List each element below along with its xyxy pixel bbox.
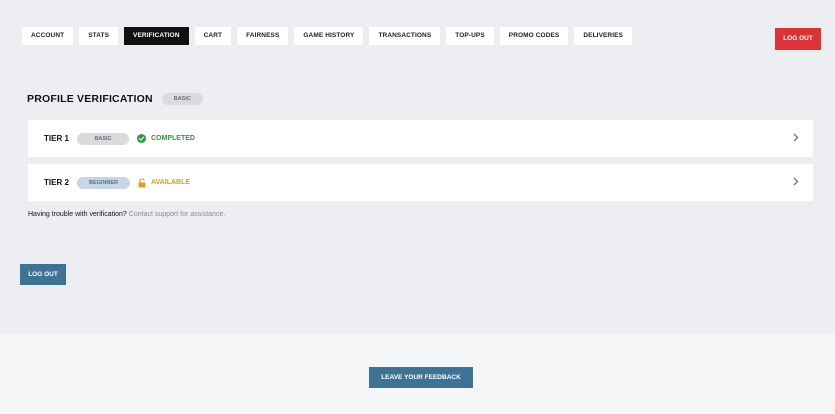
tier-name: TIER 1 bbox=[44, 134, 69, 143]
footer: LEAVE YOUR FEEDBACK bbox=[0, 334, 835, 414]
check-circle-icon bbox=[137, 134, 146, 143]
tab-transactions[interactable]: TRANSACTIONS bbox=[369, 27, 441, 45]
tier-badge: BEGINNER bbox=[77, 176, 131, 189]
tier-status-label: AVAILABLE bbox=[151, 179, 191, 186]
leave-feedback-button[interactable]: LEAVE YOUR FEEDBACK bbox=[369, 367, 473, 388]
verification-level-badge: BASIC bbox=[161, 93, 203, 105]
tier-badge: BASIC bbox=[77, 132, 129, 145]
help-text: Having trouble with verification? bbox=[28, 211, 127, 218]
account-tabs: ACCOUNT STATS VERIFICATION CART FAIRNESS… bbox=[22, 27, 633, 45]
logout-button-bottom[interactable]: LOG OUT bbox=[20, 264, 66, 285]
profile-verification-header: PROFILE VERIFICATION BASIC bbox=[27, 93, 203, 105]
tab-game-history[interactable]: GAME HISTORY bbox=[294, 27, 364, 45]
tier-2-row[interactable]: TIER 2 BEGINNER AVAILABLE bbox=[28, 164, 813, 201]
tier-status: AVAILABLE bbox=[138, 177, 191, 188]
verification-help-text: Having trouble with verification? Contac… bbox=[28, 211, 225, 218]
contact-support-link[interactable]: Contact support for assistance. bbox=[129, 211, 226, 218]
tab-promo-codes[interactable]: PROMO CODES bbox=[499, 27, 569, 45]
page-title: PROFILE VERIFICATION bbox=[27, 93, 153, 105]
main-content: ACCOUNT STATS VERIFICATION CART FAIRNESS… bbox=[0, 0, 835, 334]
logout-button-top[interactable]: LOG OUT bbox=[775, 28, 821, 50]
tab-fairness[interactable]: FAIRNESS bbox=[237, 27, 289, 45]
tab-top-ups[interactable]: TOP-UPS bbox=[446, 27, 494, 45]
chevron-right-icon bbox=[793, 177, 799, 186]
tier-name: TIER 2 bbox=[44, 178, 69, 187]
tier-status: COMPLETED bbox=[137, 134, 195, 143]
unlock-icon bbox=[138, 177, 146, 187]
tab-deliveries[interactable]: DELIVERIES bbox=[574, 27, 633, 45]
chevron-right-icon bbox=[793, 133, 799, 142]
tier-status-label: COMPLETED bbox=[151, 135, 195, 142]
tab-account[interactable]: ACCOUNT bbox=[22, 27, 74, 45]
tab-cart[interactable]: CART bbox=[194, 27, 232, 45]
tab-stats[interactable]: STATS bbox=[79, 27, 119, 45]
tab-verification[interactable]: VERIFICATION bbox=[124, 27, 189, 45]
tier-1-row[interactable]: TIER 1 BASIC COMPLETED bbox=[28, 120, 813, 157]
